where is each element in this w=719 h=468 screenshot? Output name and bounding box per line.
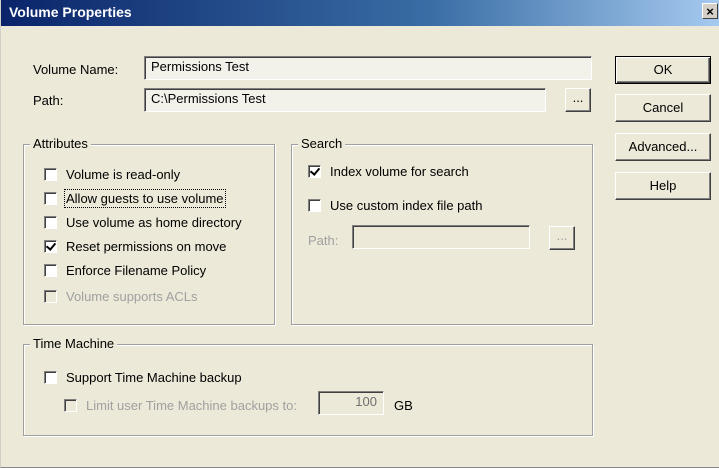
attr-filename-policy-checkbox[interactable] [44, 264, 57, 277]
tm-limit-input: 100 [318, 391, 384, 415]
attr-allow-guests-checkbox[interactable] [44, 192, 57, 205]
attributes-group: Attributes Volume is read-only Allow gue… [23, 136, 275, 325]
volume-properties-dialog: Volume Properties × Volume Name: Permiss… [0, 0, 719, 468]
time-machine-group: Time Machine Support Time Machine backup… [23, 336, 593, 436]
tm-limit-label: Limit user Time Machine backups to: [86, 398, 297, 413]
attr-read-only-checkbox[interactable] [44, 168, 57, 181]
tm-support-label: Support Time Machine backup [66, 370, 242, 385]
search-index-label: Index volume for search [330, 164, 469, 179]
attr-reset-permissions-checkbox[interactable] [44, 240, 57, 253]
attr-allow-guests[interactable]: Allow guests to use volume [44, 189, 226, 208]
cancel-button[interactable]: Cancel [615, 94, 711, 122]
attr-reset-permissions[interactable]: Reset permissions on move [44, 239, 226, 254]
search-index[interactable]: Index volume for search [308, 164, 469, 179]
attr-allow-guests-label: Allow guests to use volume [64, 189, 226, 208]
attr-filename-policy[interactable]: Enforce Filename Policy [44, 263, 206, 278]
search-path-browse-button: ... [549, 226, 575, 250]
path-browse-button[interactable]: ... [565, 88, 591, 112]
attr-home-directory-checkbox[interactable] [44, 216, 57, 229]
tm-limit: Limit user Time Machine backups to: [64, 398, 297, 413]
path-input[interactable]: C:\Permissions Test [144, 88, 546, 112]
search-group-title: Search [298, 136, 346, 151]
tm-support[interactable]: Support Time Machine backup [44, 370, 242, 385]
search-custom-path[interactable]: Use custom index file path [308, 198, 482, 213]
time-machine-group-title: Time Machine [30, 336, 118, 351]
attr-filename-policy-label: Enforce Filename Policy [66, 263, 207, 278]
search-path-input [352, 225, 530, 249]
search-index-checkbox[interactable] [308, 165, 321, 178]
attr-reset-permissions-label: Reset permissions on move [66, 239, 227, 254]
search-custom-path-checkbox[interactable] [308, 199, 321, 212]
title-bar[interactable]: Volume Properties × [1, 0, 719, 26]
volume-name-label: Volume Name: [33, 62, 119, 77]
ok-button[interactable]: OK [615, 56, 711, 84]
search-path-label: Path: [308, 233, 339, 248]
help-button[interactable]: Help [615, 172, 711, 200]
attr-read-only[interactable]: Volume is read-only [44, 167, 180, 182]
tm-support-checkbox[interactable] [44, 371, 57, 384]
volume-name-input[interactable]: Permissions Test [144, 56, 592, 80]
attr-home-directory[interactable]: Use volume as home directory [44, 215, 242, 230]
tm-limit-unit: GB [394, 398, 413, 413]
attr-supports-acls-checkbox [44, 290, 57, 303]
attr-supports-acls-label: Volume supports ACLs [66, 289, 198, 304]
attributes-group-title: Attributes [30, 136, 91, 151]
close-button[interactable]: × [702, 3, 718, 19]
tm-limit-checkbox [64, 399, 77, 412]
advanced-button[interactable]: Advanced... [615, 133, 711, 161]
attr-read-only-label: Volume is read-only [66, 167, 181, 182]
search-group: Search Index volume for search Use custo… [291, 136, 593, 325]
search-custom-path-label: Use custom index file path [330, 198, 483, 213]
window-title: Volume Properties [9, 4, 132, 20]
attr-supports-acls: Volume supports ACLs [44, 289, 198, 304]
attr-home-directory-label: Use volume as home directory [66, 215, 242, 230]
path-label: Path: [33, 93, 64, 108]
